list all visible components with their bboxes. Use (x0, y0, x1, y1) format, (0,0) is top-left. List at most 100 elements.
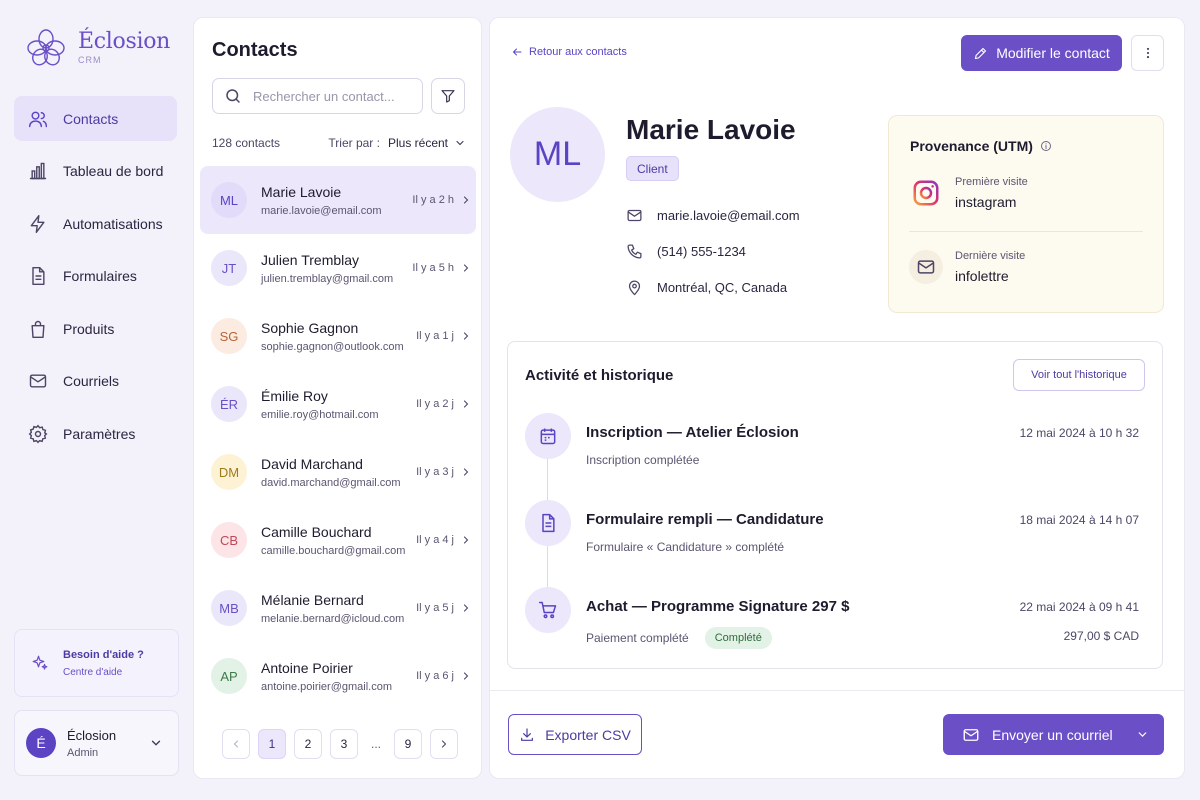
page-button[interactable]: 9 (394, 729, 422, 759)
contacts-panel: Contacts 128 contacts Trier par : Plus r… (193, 17, 482, 779)
contact-email[interactable]: marie.lavoie@email.com (626, 207, 800, 224)
list-item[interactable]: AP Antoine Poirier antoine.poirier@gmail.c… (200, 642, 476, 710)
avatar: ML (211, 182, 247, 218)
event-description-text: Inscription complétée (586, 453, 700, 467)
last-activity-time: Il y a 6 j (416, 670, 454, 682)
last-activity-time: Il y a 2 h (412, 194, 454, 206)
edit-contact-label: Modifier le contact (996, 45, 1110, 61)
utm-title-label: Provenance (UTM) (910, 138, 1033, 154)
chevron-right-icon (463, 264, 469, 272)
phone-icon (627, 244, 642, 259)
search-field[interactable] (212, 78, 423, 114)
list-item[interactable]: JT Julien Tremblay julien.tremblay@gmail.c… (200, 234, 476, 302)
mail-icon (29, 374, 47, 388)
user-name: Éclosion (67, 727, 117, 743)
sidebar-item-emails[interactable]: Courriels (14, 359, 177, 404)
last-activity-time: Il y a 3 j (416, 466, 454, 478)
activity-card: Activité et historique Voir tout l'histo… (507, 341, 1163, 669)
sidebar-item-settings[interactable]: Paramètres (14, 411, 177, 456)
list-item[interactable]: MB Mélanie Bernard melanie.bernard@icloud.… (200, 574, 476, 642)
sidebar-item-products[interactable]: Produits (14, 306, 177, 351)
chevron-right-icon (463, 196, 469, 204)
more-options-button[interactable] (1131, 35, 1164, 71)
contact-name: David Marchand (261, 455, 363, 472)
chevron-left-icon (233, 740, 239, 748)
sidebar-item-forms[interactable]: Formulaires (14, 254, 177, 299)
sidebar-nav: Contacts Tableau de bord Automatisations… (14, 96, 177, 464)
document-icon (525, 500, 571, 546)
page-button[interactable]: 2 (294, 729, 322, 759)
avatar: MB (211, 590, 247, 626)
mail-icon (909, 250, 943, 284)
send-email-label: Envoyer un courriel (992, 726, 1113, 743)
list-toolbar: 128 contacts Trier par : Plus récent (212, 136, 466, 150)
chevron-right-icon (463, 468, 469, 476)
list-item[interactable]: CB Camille Bouchard camille.bouchard@gmail… (200, 506, 476, 574)
gear-icon (28, 424, 48, 443)
activity-event[interactable]: Formulaire rempli — Candidature Formulai… (525, 500, 1147, 554)
utm-last-visit: Dernière visite infolettre (909, 250, 1025, 284)
flower-logo-icon (27, 29, 65, 66)
chevron-down-icon[interactable] (1136, 728, 1149, 741)
info-icon[interactable] (1040, 140, 1052, 152)
edit-contact-button[interactable]: Modifier le contact (961, 35, 1122, 71)
chevron-down-icon (151, 740, 161, 746)
pencil-icon (975, 47, 987, 59)
event-amount: 297,00 $ CAD (1063, 629, 1139, 643)
last-activity-time: Il y a 2 j (416, 398, 454, 410)
page-button[interactable]: 1 (258, 729, 286, 759)
sidebar-item-label: Contacts (63, 110, 119, 127)
contact-email: david.marchand@gmail.com (261, 476, 401, 489)
contact-name: Mélanie Bernard (261, 591, 364, 608)
sidebar-item-label: Tableau de bord (63, 163, 164, 179)
previous-page-button[interactable] (222, 729, 250, 759)
last-activity-time: Il y a 1 j (416, 330, 454, 342)
sidebar-item-dashboard[interactable]: Tableau de bord (14, 149, 177, 194)
contact-email: julien.tremblay@gmail.com (261, 272, 394, 285)
contact-name: Marie Lavoie (261, 183, 342, 200)
contact-email-value: marie.lavoie@email.com (657, 208, 800, 223)
pagination: 1 2 3... 9 (222, 729, 466, 759)
search-input[interactable] (253, 88, 418, 104)
chevron-right-icon (463, 604, 469, 612)
sidebar-item-label: Paramètres (63, 425, 136, 442)
view-history-button[interactable]: Voir tout l'historique (1013, 359, 1145, 391)
event-description: Paiement complété Complété (586, 627, 772, 649)
app-logo[interactable]: Éclosion CRM (26, 28, 170, 68)
sort-dropdown[interactable]: Plus récent (388, 136, 466, 150)
users-icon (28, 111, 48, 127)
divider (490, 690, 1184, 691)
utm-first-visit: Première visite instagram (909, 176, 1028, 210)
contact-name: Marie Lavoie (626, 114, 796, 145)
list-item[interactable]: SG Sophie Gagnon sophie.gagnon@outlook.com… (200, 302, 476, 370)
help-subtitle: Centre d'aide (63, 666, 123, 678)
contact-email: emilie.roy@hotmail.com (261, 408, 379, 421)
activity-event[interactable]: Achat — Programme Signature 297 $ Paieme… (525, 587, 1147, 649)
page-button[interactable]: 3 (330, 729, 358, 759)
search-icon (226, 89, 240, 103)
export-csv-button[interactable]: Exporter CSV (508, 714, 642, 755)
contact-phone[interactable]: (514) 555-1234 (626, 243, 746, 260)
contact-location-value: Montréal, QC, Canada (657, 280, 788, 295)
event-description-text: Formulaire « Candidature » complété (586, 540, 785, 554)
filter-icon (441, 90, 455, 103)
next-page-button[interactable] (430, 729, 458, 759)
user-menu[interactable]: É Éclosion Admin (14, 710, 179, 776)
list-item[interactable]: ML Marie Lavoie marie.lavoie@email.com Il y… (200, 166, 476, 234)
back-link[interactable]: Retour aux contacts (511, 46, 627, 58)
sidebar-item-label: Automatisations (63, 215, 163, 232)
filter-button[interactable] (431, 78, 465, 114)
back-link-label: Retour aux contacts (529, 46, 627, 58)
contact-email: marie.lavoie@email.com (261, 204, 382, 217)
utm-title: Provenance (UTM) (910, 138, 1052, 154)
sidebar-item-automations[interactable]: Automatisations (14, 201, 177, 246)
help-center-card[interactable]: Besoin d'aide ? Centre d'aide (14, 629, 179, 697)
sidebar-item-contacts[interactable]: Contacts (14, 96, 177, 141)
contact-email: camille.bouchard@gmail.com (261, 544, 406, 557)
list-item[interactable]: DM David Marchand david.marchand@gmail.com… (200, 438, 476, 506)
lightning-icon (30, 214, 45, 233)
activity-event[interactable]: Inscription — Atelier Éclosion Inscripti… (525, 413, 1147, 467)
list-item[interactable]: ÉR Émilie Roy emilie.roy@hotmail.com Il y a… (200, 370, 476, 438)
send-email-button[interactable]: Envoyer un courriel (943, 714, 1164, 755)
avatar: CB (211, 522, 247, 558)
